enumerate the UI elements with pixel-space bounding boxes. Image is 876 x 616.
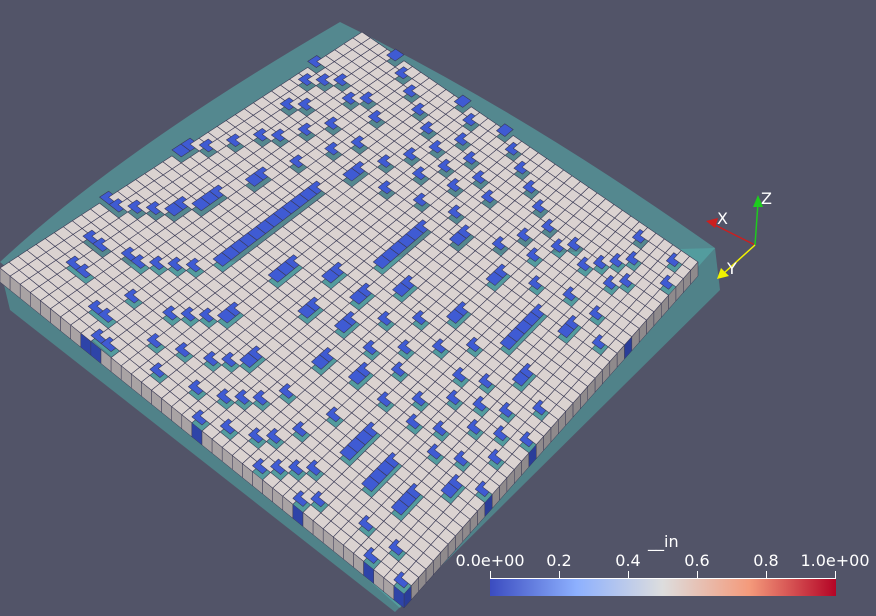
scalar-bar-tick: 1.0e+00 [800, 551, 870, 570]
scalar-bar-tick: 0.4 [615, 551, 641, 570]
scalar-bar-colors [490, 578, 836, 596]
render-viewport[interactable]: X Z Y __in 0.0e+00 0.2 0.4 0.6 0.8 1.0e+… [0, 0, 876, 616]
scalar-bar-tick: 0.8 [753, 551, 779, 570]
mesh-render[interactable] [0, 0, 876, 616]
z-axis-label: Z [761, 189, 772, 208]
scalar-bar-tick: 0.0e+00 [455, 551, 525, 570]
scalar-bar-tick: 0.6 [684, 551, 710, 570]
z-axis-line [754, 202, 759, 246]
x-axis-label: X [717, 209, 728, 228]
scalar-bar-title: __in [648, 532, 679, 551]
y-axis-label: Y [727, 259, 737, 278]
scalar-bar-tick: 0.2 [546, 551, 572, 570]
